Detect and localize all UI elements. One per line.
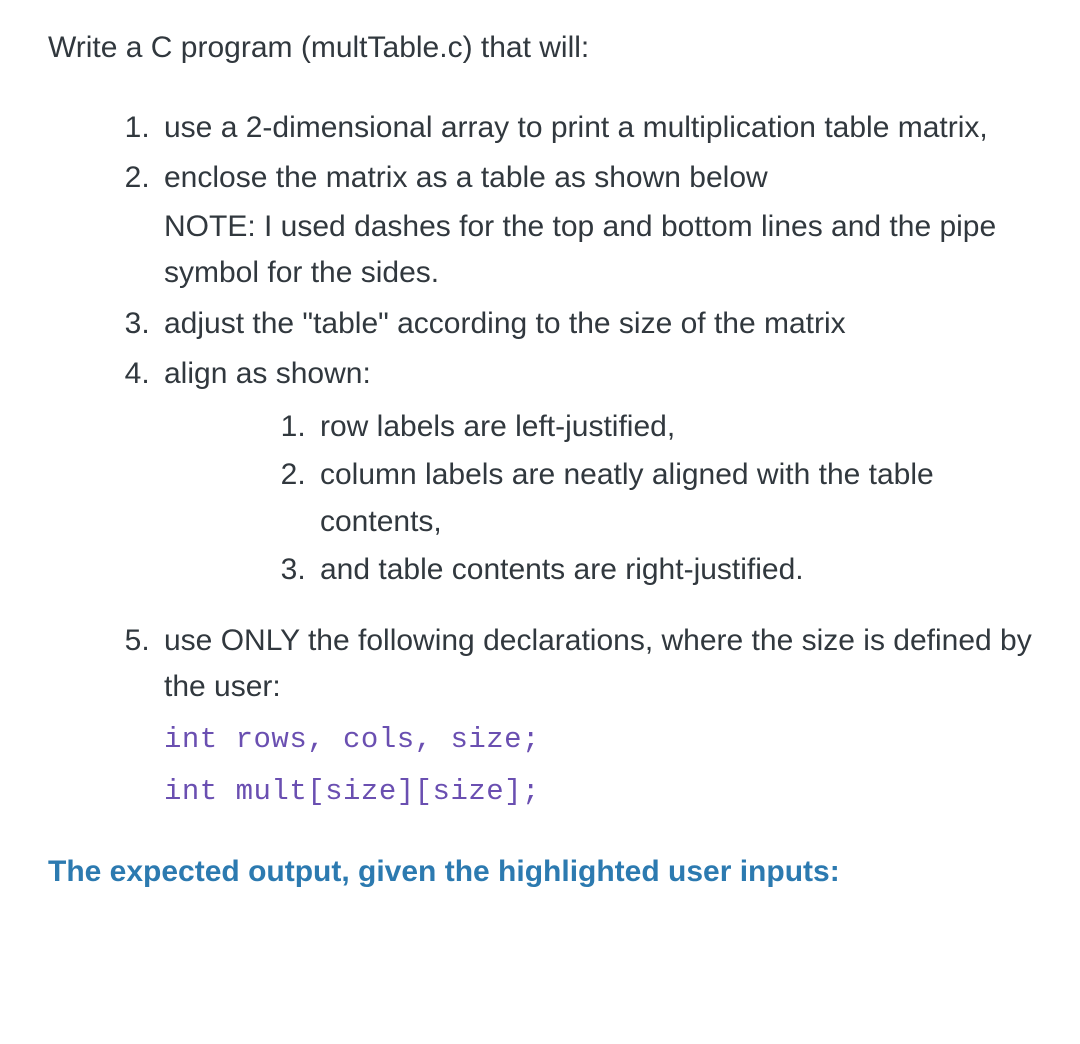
intro-paragraph: Write a C program (multTable.c) that wil… [48,28,1032,69]
sublist-item-2-text: column labels are neatly aligned with th… [320,458,934,538]
list-item-5-text: use ONLY the following declarations, whe… [164,624,1032,704]
sublist-item-3: and table contents are right-justified. [314,547,1032,594]
list-item-2: enclose the matrix as a table as shown b… [158,155,1032,297]
sublist-item-1-text: row labels are left-justified, [320,410,675,443]
list-item-1: use a 2-dimensional array to print a mul… [158,105,1032,152]
list-item-3-text: adjust the "table" according to the size… [164,307,846,340]
requirement-list: use a 2-dimensional array to print a mul… [48,105,1032,816]
list-item-3: adjust the "table" according to the size… [158,301,1032,348]
code-line-2: int mult[size][size]; [164,769,1032,815]
alignment-sublist: row labels are left-justified, column la… [164,404,1032,594]
sublist-item-1: row labels are left-justified, [314,404,1032,451]
list-item-2-text: enclose the matrix as a table as shown b… [164,161,768,194]
list-item-2-note: NOTE: I used dashes for the top and bott… [164,204,1032,297]
list-item-1-text: use a 2-dimensional array to print a mul… [164,111,988,144]
code-line-1: int rows, cols, size; [164,717,1032,763]
expected-output-heading: The expected output, given the highlight… [48,855,1032,889]
list-item-4-text: align as shown: [164,357,371,390]
list-item-4: align as shown: row labels are left-just… [158,351,1032,594]
document-page: Write a C program (multTable.c) that wil… [0,0,1080,909]
sublist-item-3-text: and table contents are right-justified. [320,553,804,586]
list-item-5: use ONLY the following declarations, whe… [158,618,1032,816]
sublist-item-2: column labels are neatly aligned with th… [314,452,1032,545]
list-spacer [158,600,1032,618]
